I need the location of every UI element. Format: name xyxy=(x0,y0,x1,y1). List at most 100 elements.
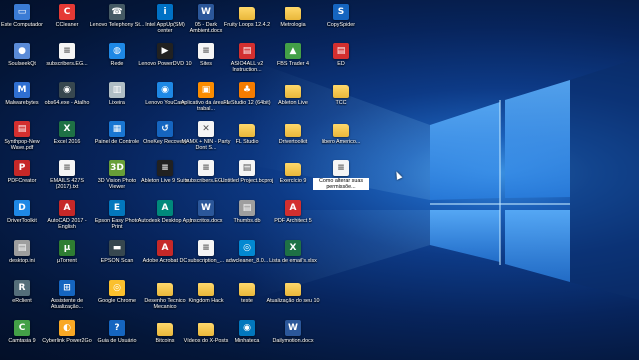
ccleaner-icon: C xyxy=(59,4,75,20)
folder-icon xyxy=(239,283,255,296)
desktop-icon-label: obs64.exe - Atalho xyxy=(44,100,90,106)
autocad-icon: A xyxy=(59,200,75,216)
desktop-icon-item[interactable]: ▦ Painel de Controle xyxy=(92,121,142,159)
obs-icon: ◉ xyxy=(59,82,75,98)
folder-icon xyxy=(285,163,301,176)
desktop-icon-item[interactable]: Exercício 9 xyxy=(268,160,318,198)
desktop-icon-item[interactable]: TCC xyxy=(316,82,366,120)
desktop-icon-label: ED xyxy=(337,61,345,67)
project-file-icon: ▤ xyxy=(239,160,255,176)
desktop-icon-item[interactable]: S CopySpider xyxy=(316,4,366,42)
chrome-icon: ◎ xyxy=(109,280,125,296)
desktop-icon-label: libero Americo... xyxy=(321,139,361,145)
power2go-icon: ◐ xyxy=(59,320,75,336)
desktop-icon-item[interactable]: E Epson Easy Photo Print xyxy=(92,200,142,238)
desktop-icon-item[interactable]: Atualização do seu 10 xyxy=(266,280,320,318)
intel-appup-icon: i xyxy=(157,4,173,20)
drivertoolkit-icon: D xyxy=(14,200,30,216)
desktop-icon-label: µTorrent xyxy=(57,258,77,264)
pdf-icon: ▤ xyxy=(333,43,349,59)
desktop-icon-label: Lista de email's.xlsx xyxy=(269,258,317,264)
windows-update-icon: ⊞ xyxy=(59,280,75,296)
desktop-icon-label: CCleaner xyxy=(55,22,79,28)
network-icon: ◍ xyxy=(109,43,125,59)
desktop-icon-item[interactable]: ▥ Lixeira xyxy=(92,82,142,120)
fbs-trader-icon: ▲ xyxy=(285,43,301,59)
guide-icon: ? xyxy=(109,320,125,336)
desktop-icon-label: Atualização do seu 10 xyxy=(266,298,320,304)
pdf-icon: ▤ xyxy=(239,43,255,59)
folder-icon xyxy=(333,85,349,98)
folder-icon xyxy=(285,7,301,20)
fl-studio-icon: ♣ xyxy=(239,82,255,98)
text-file-icon: ≡ xyxy=(198,240,214,256)
desktop-icon-label: PDF Architect 5 xyxy=(274,218,312,224)
powerdvd-icon: ▶ xyxy=(157,43,173,59)
computer-icon: ▭ xyxy=(14,4,30,20)
pdf-architect-icon: A xyxy=(285,200,301,216)
desktop-icon-item[interactable]: ☎ Lenovo Telephony St... xyxy=(90,4,144,42)
excel-file-icon: X xyxy=(285,240,301,256)
desktop-icon-item[interactable]: ◎ Google Chrome xyxy=(92,280,142,318)
desktop-icon-item[interactable]: A PDF Architect 5 xyxy=(268,200,318,238)
desktop-icon-item[interactable]: ≡ Como alterar suas permissõe... xyxy=(313,160,369,198)
desktop-icon-item[interactable]: µ µTorrent xyxy=(42,240,92,278)
desktop-icon-item[interactable]: ▤ ED xyxy=(316,43,366,81)
desktop-icon-label: AutoCAD 2017 - English xyxy=(47,218,87,231)
desktop-icon-item[interactable]: X Excel 2016 xyxy=(42,121,92,159)
folder-icon xyxy=(333,124,349,137)
desktop-icon-label: Dailymotion.docx xyxy=(272,338,314,344)
windows-desktop[interactable]: ▭ Este Computador ● SoulseekQt M Malwarebytes… xyxy=(0,0,639,360)
desktop-icon-item[interactable]: ≡ subscribers.EG... xyxy=(42,43,92,81)
folder-icon xyxy=(198,283,214,296)
folder-icon xyxy=(198,323,214,336)
camtasia-icon: C xyxy=(14,320,30,336)
ableton-icon: ≡ xyxy=(157,160,173,176)
text-file-icon: ≡ xyxy=(198,43,214,59)
desktop-icon-item[interactable]: ▬ EPSON Scan xyxy=(92,240,142,278)
lenovo-telephony-icon: ☎ xyxy=(109,4,125,20)
desktop-icon-item[interactable]: Metrologia xyxy=(268,4,318,42)
desktop-icon-label: Excel 2016 xyxy=(53,139,81,145)
utorrent-icon: µ xyxy=(59,240,75,256)
recycle-bin-icon: ▥ xyxy=(109,82,125,98)
desktop-icon-label: CopySpider xyxy=(326,22,356,28)
app-icon: ▣ xyxy=(198,82,214,98)
folder-icon xyxy=(285,85,301,98)
desktop-icon-item[interactable]: ◍ Rede xyxy=(92,43,142,81)
desktop-icon-item[interactable]: A AutoCAD 2017 - English xyxy=(42,200,92,238)
minhateca-icon: ◉ xyxy=(239,320,255,336)
youcam-icon: ◉ xyxy=(157,82,173,98)
text-file-icon: ≡ xyxy=(333,160,349,176)
desktop-icon-item[interactable]: W Dailymotion.docx xyxy=(268,320,318,358)
folder-icon xyxy=(239,7,255,20)
text-file-icon: ≡ xyxy=(59,160,75,176)
desktop-icon-item[interactable]: ◐ Cyberlink Power2Go xyxy=(42,320,92,358)
desktop-icon-item[interactable]: libero Americo... xyxy=(316,121,366,159)
folder-icon xyxy=(285,283,301,296)
desktop-icon-item[interactable]: Drivertoolkit xyxy=(268,121,318,159)
word-doc-icon: W xyxy=(198,4,214,20)
desktop-icon-item[interactable]: ? Guia de Usuário xyxy=(92,320,142,358)
erclient-icon: R xyxy=(14,280,30,296)
desktop-icon-label: subscribers.EG... xyxy=(46,61,88,67)
folder-icon xyxy=(239,124,255,137)
desktop-icon-item[interactable]: X Lista de email's.xlsx xyxy=(268,240,318,278)
autodesk-icon: A xyxy=(157,200,173,216)
malwarebytes-icon: M xyxy=(14,82,30,98)
desktop-icon-label: Como alterar suas permissõe... xyxy=(313,178,369,191)
text-file-icon: ≡ xyxy=(59,43,75,59)
desktop-icon-item[interactable]: 3D 3D Vision Photo Viewer xyxy=(92,160,142,198)
desktop-icon-item[interactable]: ▲ FBS Trader 4 xyxy=(268,43,318,81)
epson-photo-icon: E xyxy=(109,200,125,216)
desktop-icon-item[interactable]: ⊞ Assistente de Atualização... xyxy=(42,280,92,318)
excel-icon: X xyxy=(59,121,75,137)
desktop-icon-item[interactable]: ◉ obs64.exe - Atalho xyxy=(42,82,92,120)
desktop-icon-item[interactable]: C CCleaner xyxy=(42,4,92,42)
desktop-icon-item[interactable]: Ableton Live xyxy=(268,82,318,120)
document-icon: ✕ xyxy=(198,121,214,137)
soulseek-icon: ● xyxy=(14,43,30,59)
desktop-icon-item[interactable]: ≡ EMAILS 427S (2017).txt xyxy=(42,160,92,198)
desktop-icon-grid: ▭ Este Computador ● SoulseekQt M Malwarebytes… xyxy=(0,0,639,360)
ini-file-icon: ▤ xyxy=(14,240,30,256)
